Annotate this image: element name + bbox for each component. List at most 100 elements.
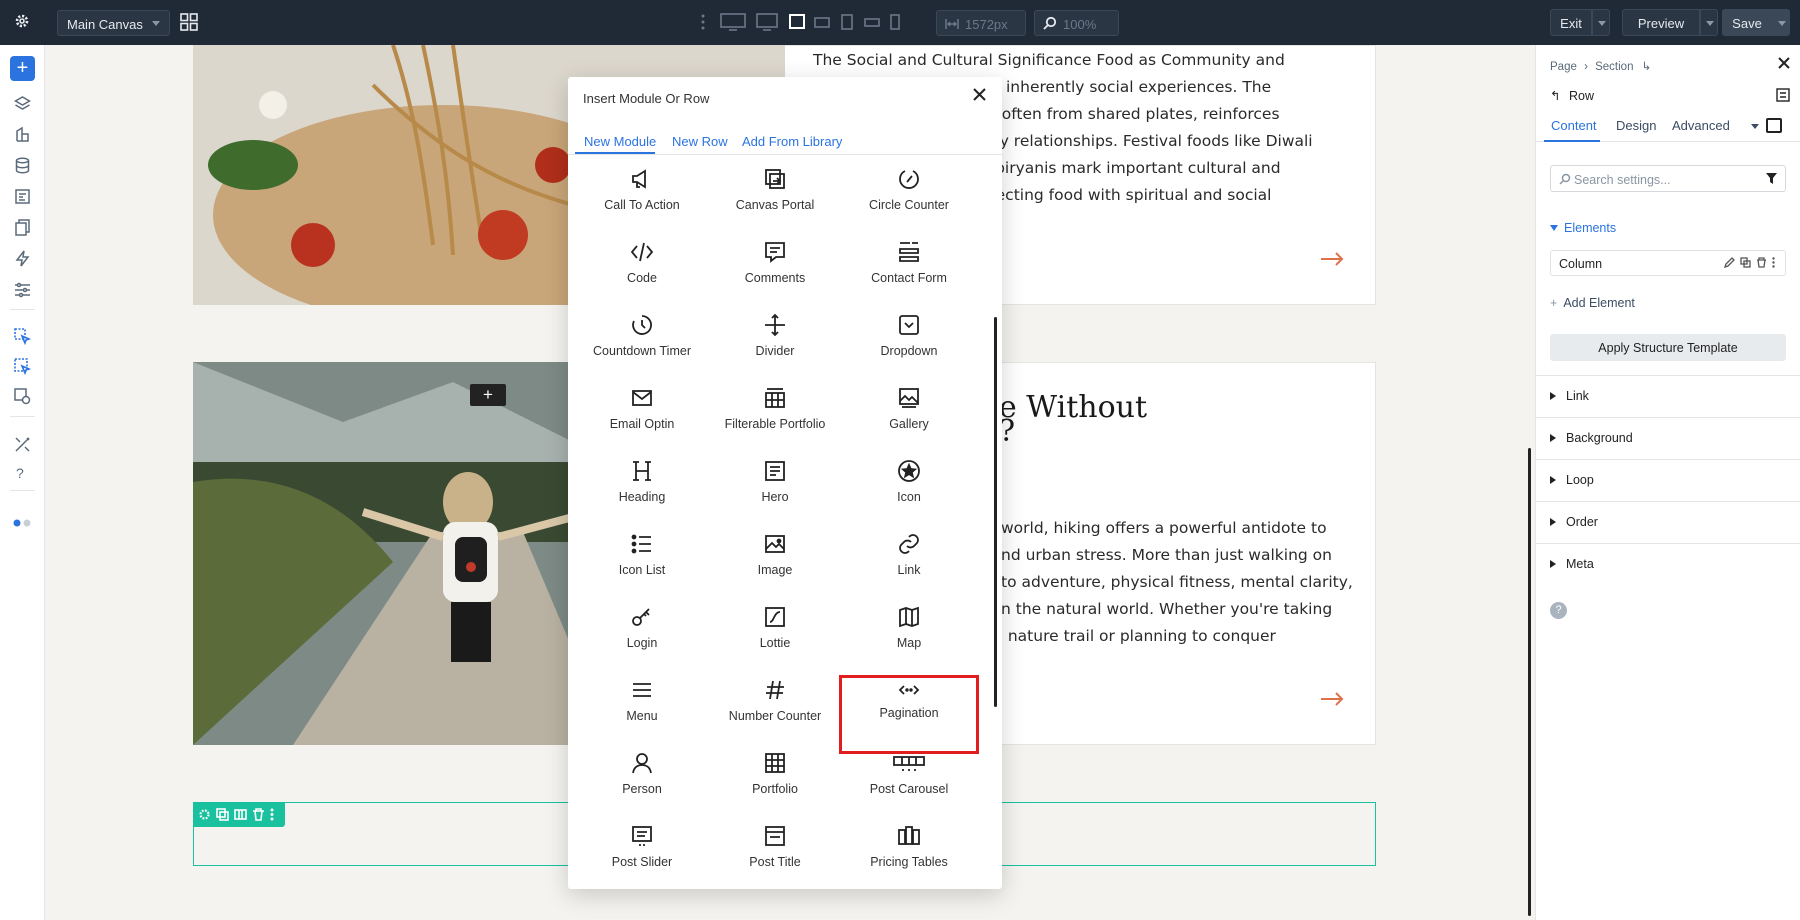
row-more-icon[interactable] — [270, 808, 274, 821]
chevron-down-icon[interactable] — [1751, 124, 1759, 129]
preview-button[interactable]: Preview — [1622, 9, 1700, 36]
module-person[interactable]: Person — [575, 751, 709, 824]
module-pagination[interactable]: Pagination — [839, 675, 979, 754]
module-image[interactable]: Image — [708, 532, 842, 605]
preview-dropdown-button[interactable] — [1700, 9, 1718, 36]
module-canvas-portal[interactable]: Canvas Portal — [708, 167, 842, 240]
edit-icon[interactable] — [1724, 257, 1735, 268]
row-duplicate-icon[interactable] — [216, 808, 229, 821]
trash-icon[interactable] — [1756, 257, 1767, 268]
module-email-optin[interactable]: Email Optin — [575, 386, 709, 459]
tab-new-module[interactable]: New Module — [584, 134, 656, 149]
tab-advanced[interactable]: Advanced — [1672, 118, 1730, 133]
module-link[interactable]: Link — [842, 532, 976, 605]
element-column-item[interactable]: Column — [1550, 250, 1786, 276]
add-element-button[interactable]: + Add Element — [1550, 296, 1635, 310]
help-icon[interactable]: ? — [16, 465, 24, 481]
row-settings-icon[interactable] — [198, 808, 211, 821]
breadcrumb-section[interactable]: Section — [1595, 61, 1633, 73]
save-button[interactable]: Save — [1722, 9, 1772, 36]
module-divider[interactable]: Divider — [708, 313, 842, 386]
close-icon[interactable] — [973, 88, 986, 101]
duplicate-icon[interactable] — [1740, 257, 1751, 268]
filter-icon[interactable] — [1766, 173, 1777, 184]
click-mode-icon[interactable] — [14, 328, 31, 345]
module-dropdown[interactable]: Dropdown — [842, 313, 976, 386]
module-number-counter[interactable]: Number Counter — [708, 678, 842, 751]
pages-icon[interactable] — [14, 219, 31, 236]
theme-builder-icon[interactable] — [14, 126, 31, 143]
exit-button[interactable]: Exit — [1550, 9, 1592, 36]
modal-scrollbar[interactable] — [994, 317, 997, 707]
exit-dropdown-button[interactable] — [1592, 9, 1610, 36]
section-link[interactable]: Link — [1536, 375, 1800, 417]
desktop-wide-icon[interactable] — [720, 13, 746, 31]
read-more-arrow-icon[interactable] — [1320, 252, 1344, 266]
module-filterable-portfolio[interactable]: Filterable Portfolio — [708, 386, 842, 459]
tab-add-from-library[interactable]: Add From Library — [742, 134, 842, 149]
read-more-arrow-icon[interactable] — [1320, 692, 1344, 706]
module-hero[interactable]: Hero — [708, 459, 842, 532]
module-post-carousel[interactable]: Post Carousel — [842, 751, 976, 824]
module-portfolio[interactable]: Portfolio — [708, 751, 842, 824]
module-lottie[interactable]: Lottie — [708, 605, 842, 678]
tab-content[interactable]: Content — [1551, 118, 1597, 133]
database-icon[interactable] — [14, 157, 31, 174]
apply-structure-template-button[interactable]: Apply Structure Template — [1550, 334, 1786, 361]
module-menu[interactable]: Menu — [575, 678, 709, 751]
tools-icon[interactable] — [14, 436, 31, 453]
settings-sliders-icon[interactable] — [14, 281, 31, 298]
module-heading[interactable]: Heading — [575, 459, 709, 532]
laptop-icon[interactable] — [788, 13, 806, 31]
zoom-input[interactable]: 100% — [1034, 10, 1119, 36]
module-call-to-action[interactable]: Call To Action — [575, 167, 709, 240]
lightning-icon[interactable] — [14, 250, 31, 267]
module-post-slider[interactable]: Post Slider — [575, 824, 709, 889]
module-map[interactable]: Map — [842, 605, 976, 678]
search-settings-input[interactable]: Search settings... — [1550, 165, 1786, 192]
wireframe-icon[interactable] — [14, 388, 31, 405]
settings-gear-icon[interactable] — [14, 13, 30, 29]
row-delete-icon[interactable] — [252, 808, 265, 821]
section-background[interactable]: Background — [1536, 417, 1800, 459]
forms-icon[interactable] — [14, 188, 31, 205]
add-module-plus-button[interactable]: + — [470, 384, 506, 406]
module-gallery[interactable]: Gallery — [842, 386, 976, 459]
tablet-landscape-icon[interactable] — [814, 13, 830, 31]
breadcrumb-page[interactable]: Page — [1550, 61, 1577, 73]
module-pricing-tables[interactable]: Pricing Tables — [842, 824, 976, 889]
tablet-icon[interactable] — [840, 13, 854, 31]
section-meta[interactable]: Meta — [1536, 543, 1800, 585]
close-icon[interactable] — [1778, 57, 1790, 69]
panel-layout-icon[interactable] — [1776, 88, 1790, 102]
panel-scrollbar[interactable] — [1528, 448, 1531, 916]
toggle-icon[interactable] — [12, 518, 34, 528]
save-dropdown-button[interactable] — [1772, 9, 1790, 36]
section-order[interactable]: Order — [1536, 501, 1800, 543]
help-button[interactable]: ? — [1550, 602, 1567, 619]
tab-new-row[interactable]: New Row — [672, 134, 728, 149]
add-module-button[interactable]: + — [10, 56, 35, 81]
phone-landscape-icon[interactable] — [864, 13, 880, 31]
back-arrow-icon[interactable]: ↰ — [1550, 89, 1560, 103]
layers-icon[interactable] — [14, 95, 31, 112]
more-icon[interactable] — [1772, 257, 1775, 268]
phone-icon[interactable] — [890, 13, 900, 31]
grid-icon[interactable] — [180, 13, 198, 31]
hover-mode-icon[interactable] — [14, 358, 31, 375]
canvas-select[interactable]: Main Canvas — [57, 10, 170, 36]
module-countdown-timer[interactable]: Countdown Timer — [575, 313, 709, 386]
canvas-width-input[interactable]: 1572px — [936, 10, 1026, 36]
module-circle-counter[interactable]: Circle Counter — [842, 167, 976, 240]
row-columns-icon[interactable] — [234, 808, 247, 821]
wireframe-toggle-icon[interactable] — [1766, 118, 1782, 133]
module-login[interactable]: Login — [575, 605, 709, 678]
vertical-dots-icon[interactable] — [701, 14, 705, 30]
tab-design[interactable]: Design — [1616, 118, 1656, 133]
section-loop[interactable]: Loop — [1536, 459, 1800, 501]
elements-section-toggle[interactable]: Elements — [1550, 221, 1616, 235]
module-comments[interactable]: Comments — [708, 240, 842, 313]
desktop-icon[interactable] — [756, 13, 778, 31]
module-icon[interactable]: Icon — [842, 459, 976, 532]
module-code[interactable]: Code — [575, 240, 709, 313]
